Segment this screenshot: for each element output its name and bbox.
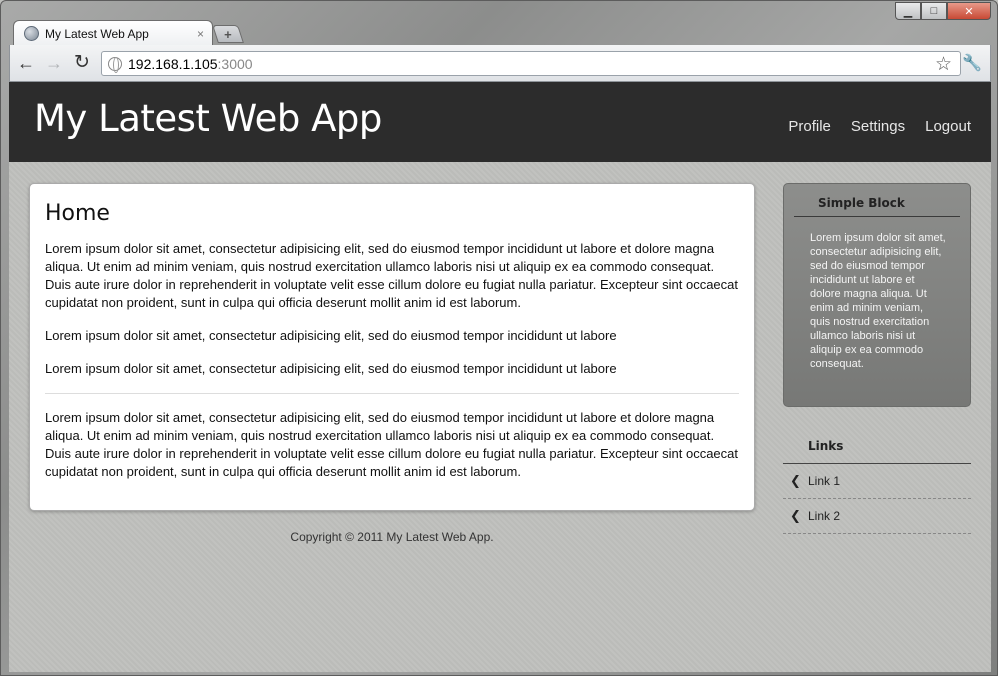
sidebar-link-1[interactable]: ❮ Link 1 [783,464,971,499]
browser-window: My Latest Web App × + ▁ □ ✕ ← → ↻ 192.16… [0,0,998,676]
links-title: Links [783,431,971,464]
plus-icon: + [224,26,232,42]
paragraph: Lorem ipsum dolor sit amet, consectetur … [45,328,617,343]
main-content-panel: Home Lorem ipsum dolor sit amet, consect… [29,183,755,511]
simple-block: Simple Block Lorem ipsum dolor sit amet,… [783,183,971,407]
site-title: My Latest Web App [34,97,382,140]
site-header: My Latest Web App Profile Settings Logou… [9,82,991,162]
paragraph: Lorem ipsum dolor sit amet, consectetur … [45,361,617,376]
paragraph: Lorem ipsum dolor sit amet, consectetur … [45,241,738,310]
link-label: Link 2 [808,509,841,523]
browser-toolbar: ← → ↻ 192.168.1.105 :3000 ☆ 🔧 [9,45,991,82]
globe-icon [24,26,39,41]
title-bar: My Latest Web App × + ▁ □ ✕ [1,1,997,46]
nav-link-logout[interactable]: Logout [925,118,971,135]
reload-icon[interactable]: ↻ [70,51,94,75]
browser-tab[interactable]: My Latest Web App × [13,20,213,46]
links-block: Links ❮ Link 1 ❮ Link 2 [783,431,971,534]
back-arrow-icon[interactable]: ← [14,51,38,75]
window-controls: ▁ □ ✕ [895,2,991,20]
close-window-button[interactable]: ✕ [947,2,991,20]
address-bar[interactable]: 192.168.1.105 :3000 ☆ [101,51,961,76]
maximize-button[interactable]: □ [921,2,947,20]
minimize-button[interactable]: ▁ [895,2,921,20]
divider [45,393,739,394]
url-host: 192.168.1.105 [128,55,218,72]
bookmark-star-icon[interactable]: ☆ [935,53,952,76]
tab-title: My Latest Web App [45,26,149,41]
page-title: Home [45,201,110,226]
nav-link-profile[interactable]: Profile [788,118,831,135]
page-viewport: My Latest Web App Profile Settings Logou… [9,82,991,672]
chevron-left-icon: ❮ [790,473,801,488]
url-port: :3000 [217,55,253,72]
link-label: Link 1 [808,474,841,488]
paragraph: Lorem ipsum dolor sit amet, consectetur … [45,410,738,479]
site-nav: Profile Settings Logout [788,118,971,135]
simple-block-text: Lorem ipsum dolor sit amet, consectetur … [810,232,946,370]
new-tab-button[interactable]: + [212,25,244,43]
footer-copyright: Copyright © 2011 My Latest Web App. [290,530,494,544]
nav-link-settings[interactable]: Settings [851,118,905,135]
chevron-left-icon: ❮ [790,508,801,523]
tab-close-icon[interactable]: × [197,27,204,41]
simple-block-title: Simple Block [794,194,960,217]
globe-icon [108,56,122,73]
sidebar-link-2[interactable]: ❮ Link 2 [783,499,971,534]
wrench-icon[interactable]: 🔧 [962,53,982,73]
forward-arrow-icon[interactable]: → [42,51,66,75]
